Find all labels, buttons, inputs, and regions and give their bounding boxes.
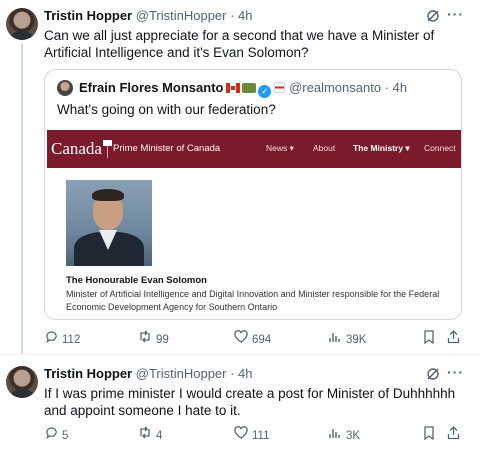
- affiliate-badge-icon: [274, 82, 286, 93]
- author-name[interactable]: Tristin Hopper: [44, 366, 132, 381]
- quoted-tweet[interactable]: Efrain Flores Monsanto ✓ @realmonsanto · …: [44, 69, 462, 320]
- quote-text: What's going on with our federation?: [57, 102, 276, 117]
- like-count: 111: [252, 430, 270, 442]
- views-icon: [328, 426, 342, 444]
- tweet-2[interactable]: Tristin Hopper @TristinHopper · 4h ··· I…: [0, 358, 480, 458]
- repost-button[interactable]: 99: [138, 330, 169, 349]
- minister-role: Minister of Artificial Intelligence and …: [66, 289, 440, 312]
- bookmark-button[interactable]: [422, 426, 440, 445]
- heart-icon: [234, 426, 248, 444]
- nav-connect: Connect: [424, 143, 456, 153]
- like-button[interactable]: 111: [234, 426, 269, 445]
- author-handle[interactable]: @TristinHopper · 4h: [136, 366, 253, 381]
- tweet-header: Tristin Hopper @TristinHopper · 4h: [44, 366, 253, 382]
- tweet-text: Can we all just appreciate for a second …: [44, 28, 435, 60]
- more-icon[interactable]: ···: [447, 364, 464, 380]
- grok-icon[interactable]: [426, 367, 440, 381]
- tweet-text: If I was prime minister I would create a…: [44, 386, 456, 418]
- thread-line: [21, 44, 23, 354]
- views-count: 3K: [346, 430, 361, 442]
- views-button[interactable]: 39K: [328, 330, 366, 349]
- bookmark-button[interactable]: [422, 330, 440, 349]
- bookmark-icon: [422, 426, 436, 445]
- like-button[interactable]: 694: [234, 330, 271, 349]
- avatar[interactable]: [6, 366, 38, 398]
- quote-author-handle[interactable]: @realmonsanto · 4h: [289, 80, 407, 95]
- views-button[interactable]: 3K: [328, 426, 360, 445]
- minister-name: The Honourable Evan Solomon: [66, 275, 207, 286]
- quote-avatar[interactable]: [57, 80, 73, 96]
- tweet-divider: [0, 354, 480, 355]
- quote-header: Efrain Flores Monsanto ✓ @realmonsanto · …: [79, 80, 407, 98]
- repost-count: 4: [156, 430, 163, 442]
- reply-button[interactable]: 5: [44, 426, 68, 445]
- nav-about: About: [313, 143, 336, 153]
- author-handle[interactable]: @TristinHopper · 4h: [136, 8, 253, 23]
- site-title: Prime Minister of Canada: [113, 143, 221, 154]
- reply-icon: [44, 330, 58, 348]
- heart-icon: [234, 330, 248, 348]
- quote-media-image[interactable]: Canada Prime Minister of Canada News ▾ A…: [45, 130, 461, 319]
- tweet-actions: 112 99 694 39K: [44, 330, 464, 348]
- avatar[interactable]: [6, 8, 38, 40]
- repost-button[interactable]: 4: [138, 426, 162, 445]
- share-icon: [446, 330, 460, 349]
- nav-ministry: The Ministry ▾: [353, 143, 410, 153]
- reply-count: 112: [62, 334, 81, 346]
- canada-flag-icon: [226, 83, 241, 93]
- repost-icon: [138, 426, 152, 444]
- like-count: 694: [252, 334, 272, 346]
- share-button[interactable]: [446, 426, 464, 445]
- minister-portrait: [66, 180, 152, 266]
- tweet-1[interactable]: Tristin Hopper @TristinHopper · 4h ··· C…: [0, 0, 480, 354]
- verified-badge-icon: ✓: [258, 85, 272, 98]
- tweet-actions: 5 4 111 3K: [44, 426, 464, 444]
- tweet-header: Tristin Hopper @TristinHopper · 4h: [44, 8, 253, 24]
- reply-icon: [44, 426, 58, 444]
- nav-news: News ▾: [266, 143, 294, 153]
- repost-count: 99: [156, 334, 169, 346]
- grok-icon[interactable]: [426, 9, 440, 23]
- bookmark-icon: [422, 330, 436, 349]
- truck-icon: [242, 83, 257, 93]
- canada-wordmark: Canada: [51, 139, 112, 159]
- reply-count: 5: [62, 430, 69, 442]
- author-name[interactable]: Tristin Hopper: [44, 8, 132, 23]
- share-button[interactable]: [446, 330, 464, 349]
- canada-site-header: Canada Prime Minister of Canada News ▾ A…: [47, 130, 461, 168]
- reply-button[interactable]: 112: [44, 330, 80, 349]
- more-icon[interactable]: ···: [447, 6, 464, 22]
- views-count: 39K: [346, 334, 367, 346]
- views-icon: [328, 330, 342, 348]
- repost-icon: [138, 330, 152, 348]
- share-icon: [446, 426, 460, 445]
- quote-author-name[interactable]: Efrain Flores Monsanto: [79, 80, 223, 95]
